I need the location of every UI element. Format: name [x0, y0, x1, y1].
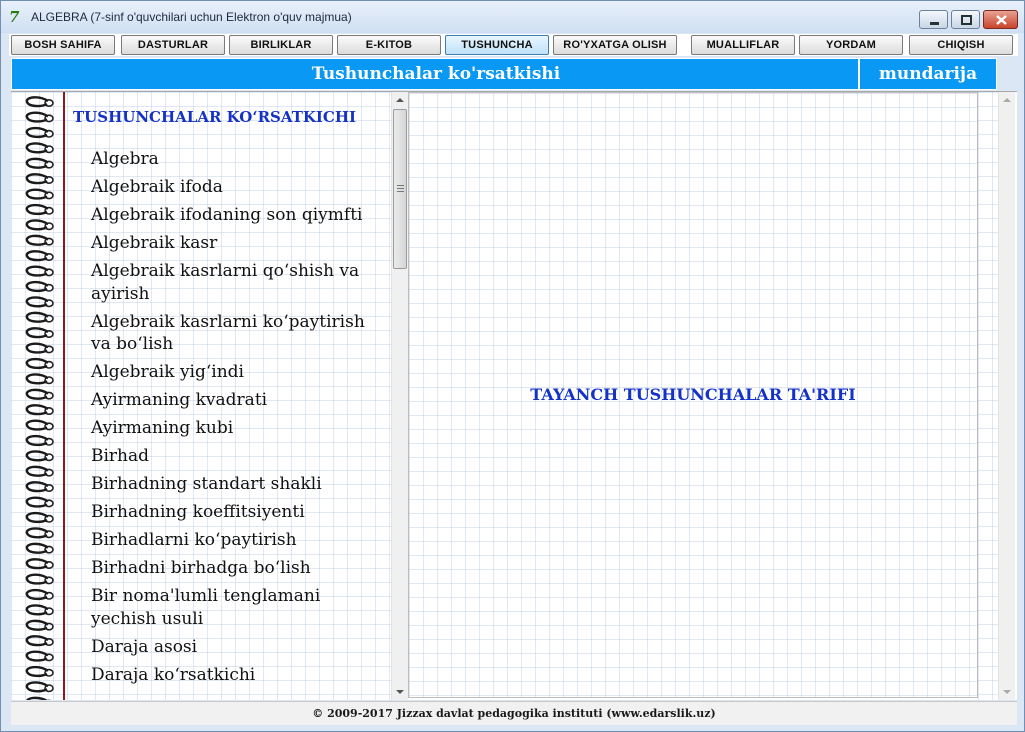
spiral-ring-icon	[25, 203, 54, 216]
nav-mualliflar-button[interactable]: MUALLIFLAR	[691, 35, 795, 55]
spiral-ring-icon	[25, 157, 54, 169]
spiral-ring-icon	[25, 481, 54, 493]
maximize-button[interactable]	[951, 10, 980, 29]
term-item[interactable]: Birhadlarni ko‘paytirish	[91, 529, 386, 552]
spiral-ring-icon	[25, 681, 54, 693]
term-item[interactable]: Algebraik ifoda	[91, 176, 386, 199]
spiral-ring-icon	[25, 126, 54, 139]
term-item[interactable]: Birhad	[91, 445, 386, 468]
mundarija-link[interactable]: mundarija	[860, 59, 996, 89]
spiral-ring-icon	[25, 373, 54, 385]
nav-dasturlar-button[interactable]: DASTURLAR	[121, 35, 225, 55]
spiral-ring-icon	[25, 296, 54, 308]
term-item[interactable]: Algebraik kasr	[91, 232, 386, 255]
spiral-ring-icon	[25, 527, 54, 539]
term-item[interactable]: Birhadning koeffitsiyenti	[91, 501, 386, 524]
title-bar[interactable]: 7 ALGEBRA (7-sinf o'quvchilari uchun Ele…	[1, 1, 1024, 33]
minimize-button[interactable]	[919, 10, 948, 29]
term-item[interactable]: Algebraik kasrlarni qo‘shish va ayirish	[91, 260, 386, 305]
spiral-ring-icon	[25, 419, 54, 431]
spiral-ring-icon	[25, 434, 54, 447]
term-item[interactable]: Bir noma'lumli tenglamani yechish usuli	[91, 585, 386, 630]
spiral-ring-icon	[25, 619, 54, 631]
spiral-ring-icon	[25, 111, 54, 123]
spiral-ring-icon	[25, 404, 54, 416]
spiral-ring-icon	[25, 142, 54, 154]
close-icon	[996, 15, 1007, 25]
spiral-ring-icon	[25, 311, 54, 323]
term-item[interactable]: Birhadni birhadga bo‘lish	[91, 557, 386, 580]
spiral-ring-icon	[25, 234, 54, 246]
nav-royxatga-olish-button[interactable]: RO'YXATGA OLISH	[553, 35, 677, 55]
spiral-ring-icon	[25, 280, 54, 293]
content-area: TUSHUNCHALAR KO‘RSATKICHI Algebra Algebra…	[11, 91, 1017, 700]
page-title: Tushunchalar ko'rsatkishi	[311, 64, 561, 84]
terms-index-heading: TUSHUNCHALAR KO‘RSATKICHI	[73, 108, 357, 126]
definition-placeholder: TAYANCH TUSHUNCHALAR TA'RIFI	[530, 385, 856, 404]
scroll-down-icon[interactable]	[999, 684, 1015, 700]
spiral-ring-icon	[25, 96, 54, 108]
term-item[interactable]: Algebraik ifodaning son qiymfti	[91, 204, 386, 227]
app-window: 7 ALGEBRA (7-sinf o'quvchilari uchun Ele…	[0, 0, 1025, 732]
term-item[interactable]: Algebraik kasrlarni ko‘paytirish va bo‘l…	[91, 311, 386, 356]
spiral-ring-icon	[25, 342, 54, 354]
terms-list: Algebra Algebraik ifoda Algebraik ifodanin…	[91, 148, 386, 692]
spiral-ring-icon	[26, 696, 52, 700]
scroll-thumb[interactable]	[393, 109, 407, 269]
terms-scrollbar[interactable]	[391, 92, 408, 700]
page-scrollbar[interactable]	[998, 92, 1015, 700]
spiral-ring-icon	[25, 496, 54, 508]
term-item[interactable]: Daraja ko‘rsatkichi	[91, 664, 386, 687]
spiral-ring-icon	[25, 357, 54, 370]
app-logo-icon: 7	[9, 8, 20, 26]
spiral-ring-icon	[25, 635, 54, 647]
spiral-ring-icon	[25, 542, 54, 554]
spiral-ring-icon	[25, 265, 54, 277]
nav-birliklar-button[interactable]: BIRLIKLAR	[229, 35, 333, 55]
spiral-ring-icon	[25, 250, 54, 262]
nav-e-kitob-button[interactable]: E-KITOB	[337, 35, 441, 55]
spiral-ring-icon	[25, 511, 54, 524]
grip-icon	[397, 185, 404, 192]
spiral-ring-icon	[25, 558, 54, 570]
window-title: ALGEBRA (7-sinf o'quvchilari uchun Elekt…	[31, 10, 352, 24]
spiral-ring-icon	[25, 219, 54, 231]
spiral-ring-icon	[25, 588, 54, 601]
scroll-down-icon[interactable]	[392, 684, 408, 700]
spiral-ring-icon	[25, 388, 54, 400]
main-nav: BOSH SAHIFA DASTURLAR BIRLIKLAR E-KITOB …	[9, 34, 1018, 56]
spiral-ring-icon	[25, 573, 54, 585]
copyright-footer: © 2009-2017 Jizzax davlat pedagogika ins…	[11, 701, 1017, 725]
minimize-icon	[930, 22, 939, 25]
definition-pane: TAYANCH TUSHUNCHALAR TA'RIFI	[408, 92, 978, 698]
notebook-margin-line	[63, 92, 65, 700]
spiral-ring-icon	[25, 327, 54, 339]
term-item[interactable]: Daraja asosi	[91, 636, 386, 659]
term-item[interactable]: Algebra	[91, 148, 386, 171]
term-item[interactable]: Algebraik yig‘indi	[91, 361, 386, 384]
nav-bosh-sahifa-button[interactable]: BOSH SAHIFA	[11, 35, 115, 55]
spiral-ring-icon	[25, 450, 54, 462]
section-header: Tushunchalar ko'rsatkishi mundarija	[11, 58, 997, 90]
nav-yordam-button[interactable]: YORDAM	[799, 35, 903, 55]
spiral-ring-icon	[25, 665, 54, 678]
nav-chiqish-button[interactable]: CHIQISH	[909, 35, 1013, 55]
scroll-up-icon[interactable]	[999, 92, 1015, 108]
close-button[interactable]	[983, 10, 1018, 29]
terms-index-pane: TUSHUNCHALAR KO‘RSATKICHI Algebra Algebra…	[11, 92, 391, 700]
notebook-spiral-icon	[25, 96, 54, 700]
spiral-ring-icon	[25, 604, 54, 616]
spiral-ring-icon	[25, 188, 54, 200]
maximize-icon	[961, 15, 972, 25]
term-item[interactable]: Birhadning standart shakli	[91, 473, 386, 496]
spiral-ring-icon	[25, 650, 54, 662]
grid-strip	[978, 92, 998, 700]
term-item[interactable]: Ayirmaning kubi	[91, 417, 386, 440]
scroll-up-icon[interactable]	[392, 92, 408, 108]
spiral-ring-icon	[25, 465, 54, 477]
nav-tushuncha-button[interactable]: TUSHUNCHA	[445, 35, 549, 55]
spiral-ring-icon	[25, 173, 54, 185]
term-item[interactable]: Ayirmaning kvadrati	[91, 389, 386, 412]
